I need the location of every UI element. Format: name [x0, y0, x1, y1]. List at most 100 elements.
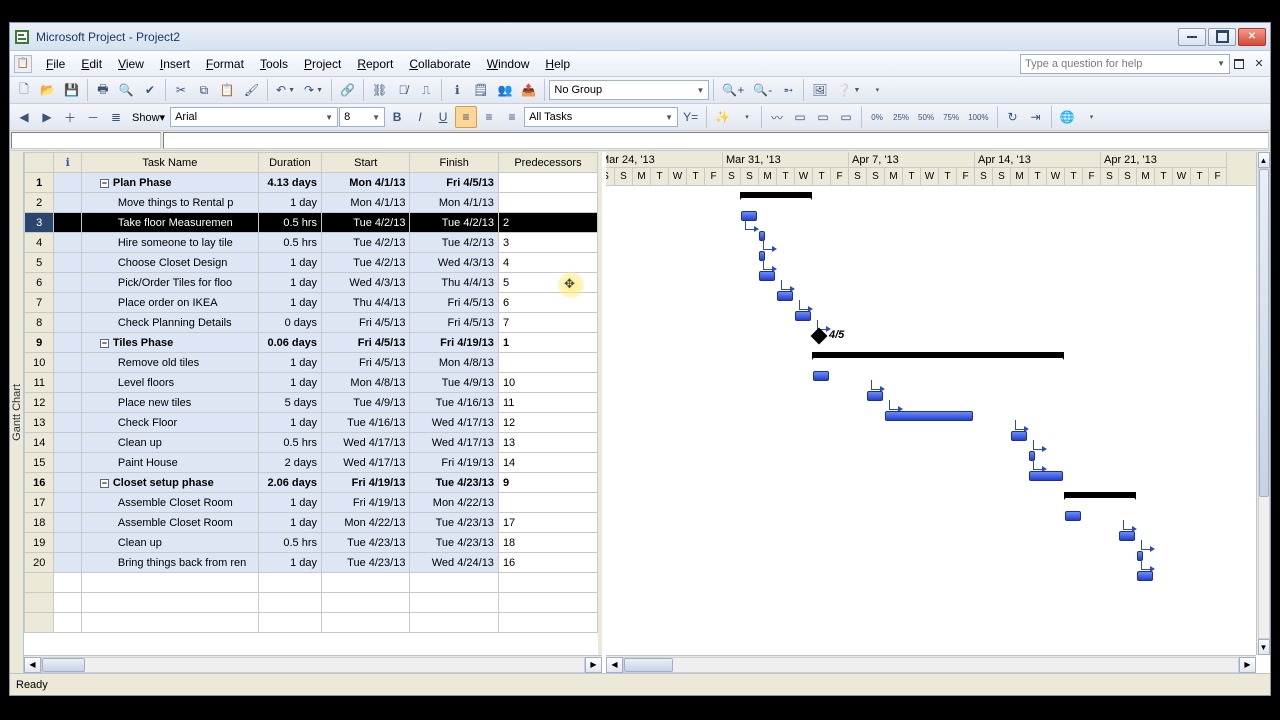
copy-picture-button[interactable]: 🖼	[808, 79, 831, 101]
column-header[interactable]	[25, 153, 54, 173]
task-name-cell[interactable]: Choose Closet Design	[81, 253, 258, 273]
task-row[interactable]: 17Assemble Closet Room1 dayFri 4/19/13Mo…	[25, 493, 598, 513]
split-task-button[interactable]: ⎍	[415, 79, 437, 101]
task-row[interactable]: 2Move things to Rental p1 dayMon 4/1/13M…	[25, 193, 598, 213]
empty-row[interactable]	[25, 613, 598, 633]
task-name-cell[interactable]: Check Floor	[81, 413, 258, 433]
gantt-hscrollbar[interactable]: ◀ ▶	[606, 655, 1256, 673]
unlink-tasks-button[interactable]: ⛓̸	[392, 79, 414, 101]
task-row[interactable]: 10Remove old tiles1 dayFri 4/5/13Mon 4/8…	[25, 353, 598, 373]
align-left-button[interactable]: ≡	[455, 106, 477, 128]
collapse-button[interactable]: −	[100, 339, 109, 348]
task-name-cell[interactable]: −Plan Phase	[81, 173, 258, 193]
link-tasks-button[interactable]: ⛓	[368, 79, 391, 101]
help-search-input[interactable]: Type a question for help ▼	[1020, 54, 1230, 74]
tracking-2-icon[interactable]: ▭	[789, 106, 811, 128]
gantt-scroll-right-button[interactable]: ▶	[1239, 657, 1256, 673]
task-row[interactable]: 7Place order on IKEA1 dayThu 4/4/13Fri 4…	[25, 293, 598, 313]
underline-button[interactable]: U	[432, 106, 454, 128]
table-hscrollbar[interactable]: ◀ ▶	[24, 655, 602, 673]
task-name-cell[interactable]: Level floors	[81, 373, 258, 393]
task-row[interactable]: 14Clean up0.5 hrsWed 4/17/13Wed 4/17/131…	[25, 433, 598, 453]
collapse-button[interactable]: −	[100, 179, 109, 188]
task-name-cell[interactable]: Place new tiles	[81, 393, 258, 413]
task-bar[interactable]	[1011, 431, 1027, 441]
tracking-3-icon[interactable]: ▭	[812, 106, 834, 128]
menu-tools[interactable]: Tools	[252, 54, 296, 74]
hide-subtasks-button[interactable]: －	[82, 106, 104, 128]
new-button[interactable]: 🗋	[13, 79, 35, 101]
zoom-in-button[interactable]: 🔍+	[718, 79, 748, 101]
italic-button[interactable]: I	[409, 106, 431, 128]
gantt-wizard-button[interactable]: ✨	[711, 106, 734, 128]
task-row[interactable]: 12Place new tiles5 daysTue 4/9/13Tue 4/1…	[25, 393, 598, 413]
task-bar[interactable]	[759, 271, 775, 281]
task-name-cell[interactable]: −Closet setup phase	[81, 473, 258, 493]
indicator-column-header[interactable]: ℹ	[54, 153, 81, 173]
font-name-select[interactable]: Arial▼	[170, 107, 338, 127]
task-name-cell[interactable]: Assemble Closet Room	[81, 493, 258, 513]
toolbar-options-2-button[interactable]: ▾	[735, 106, 757, 128]
autofilter-button[interactable]: Y=	[679, 106, 702, 128]
task-bar[interactable]	[1137, 571, 1153, 581]
task-name-cell[interactable]: Remove old tiles	[81, 353, 258, 373]
task-row[interactable]: 6Pick/Order Tiles for floo1 dayWed 4/3/1…	[25, 273, 598, 293]
scroll-up-button[interactable]: ▲	[1258, 152, 1270, 168]
cell-reference-box[interactable]	[11, 132, 161, 149]
task-table[interactable]: ℹTask NameDurationStartFinishPredecessor…	[24, 152, 602, 655]
group-by-select[interactable]: No Group▼	[549, 80, 709, 100]
column-header[interactable]: Finish	[410, 153, 498, 173]
task-name-cell[interactable]: Place order on IKEA	[81, 293, 258, 313]
spellcheck-button[interactable]: ✔	[139, 79, 161, 101]
menu-file[interactable]: File	[38, 54, 73, 74]
goto-task-button[interactable]: ➵	[777, 79, 799, 101]
task-bar[interactable]	[777, 291, 793, 301]
gantt-body[interactable]: 4/5	[606, 186, 1256, 655]
task-row[interactable]: 3Take floor Measuremen0.5 hrsTue 4/2/13T…	[25, 213, 598, 233]
open-button[interactable]: 📂	[36, 79, 59, 101]
gantt-scroll-left-button[interactable]: ◀	[606, 657, 623, 673]
column-header[interactable]: Duration	[258, 153, 321, 173]
task-bar[interactable]	[867, 391, 883, 401]
scroll-left-button[interactable]: ◀	[24, 657, 41, 673]
scroll-right-button[interactable]: ▶	[585, 657, 602, 673]
pct-25-button[interactable]: 25%	[889, 106, 913, 128]
column-header[interactable]: Task Name	[81, 153, 258, 173]
menu-edit[interactable]: Edit	[73, 54, 110, 74]
task-bar[interactable]	[795, 311, 811, 321]
indent-button[interactable]: ▶	[36, 106, 58, 128]
task-bar[interactable]	[1029, 471, 1063, 481]
save-button[interactable]: 💾	[60, 79, 83, 101]
hide-assignments-button[interactable]: ≣	[105, 106, 127, 128]
zoom-out-button[interactable]: 🔍-	[749, 79, 776, 101]
scroll-down-button[interactable]: ▼	[1258, 639, 1270, 655]
menu-insert[interactable]: Insert	[152, 54, 198, 74]
task-name-cell[interactable]: Clean up	[81, 433, 258, 453]
menu-project[interactable]: Project	[296, 54, 349, 74]
maximize-button[interactable]	[1208, 28, 1236, 46]
align-right-button[interactable]: ≡	[501, 106, 523, 128]
menu-window[interactable]: Window	[479, 54, 538, 74]
task-bar[interactable]	[1065, 511, 1081, 521]
menu-format[interactable]: Format	[198, 54, 252, 74]
outdent-button[interactable]: ◀	[13, 106, 35, 128]
timescale-header[interactable]: Mar 24, '13Mar 31, '13Apr 7, '13Apr 14, …	[606, 152, 1256, 186]
print-button[interactable]: 🖶	[92, 79, 114, 101]
task-bar[interactable]	[885, 411, 973, 421]
cut-button[interactable]: ✂	[170, 79, 192, 101]
task-row[interactable]: 5Choose Closet Design1 dayTue 4/2/13Wed …	[25, 253, 598, 273]
pct-75-button[interactable]: 75%	[939, 106, 963, 128]
menu-view[interactable]: View	[110, 54, 152, 74]
task-name-cell[interactable]: Bring things back from ren	[81, 553, 258, 573]
mdi-system-icon[interactable]: 📋	[14, 55, 32, 73]
cell-entry-box[interactable]	[163, 132, 1269, 149]
task-row[interactable]: 15Paint House2 daysWed 4/17/13Fri 4/19/1…	[25, 453, 598, 473]
menu-report[interactable]: Report	[349, 54, 401, 74]
task-row[interactable]: 19Clean up0.5 hrsTue 4/23/13Tue 4/23/131…	[25, 533, 598, 553]
task-notes-button[interactable]: 🗒	[469, 79, 492, 101]
task-row[interactable]: 16−Closet setup phase2.06 daysFri 4/19/1…	[25, 473, 598, 493]
summary-bar[interactable]	[813, 352, 1063, 358]
paste-button[interactable]: 📋	[216, 79, 239, 101]
menu-collaborate[interactable]: Collaborate	[401, 54, 478, 74]
empty-row[interactable]	[25, 593, 598, 613]
